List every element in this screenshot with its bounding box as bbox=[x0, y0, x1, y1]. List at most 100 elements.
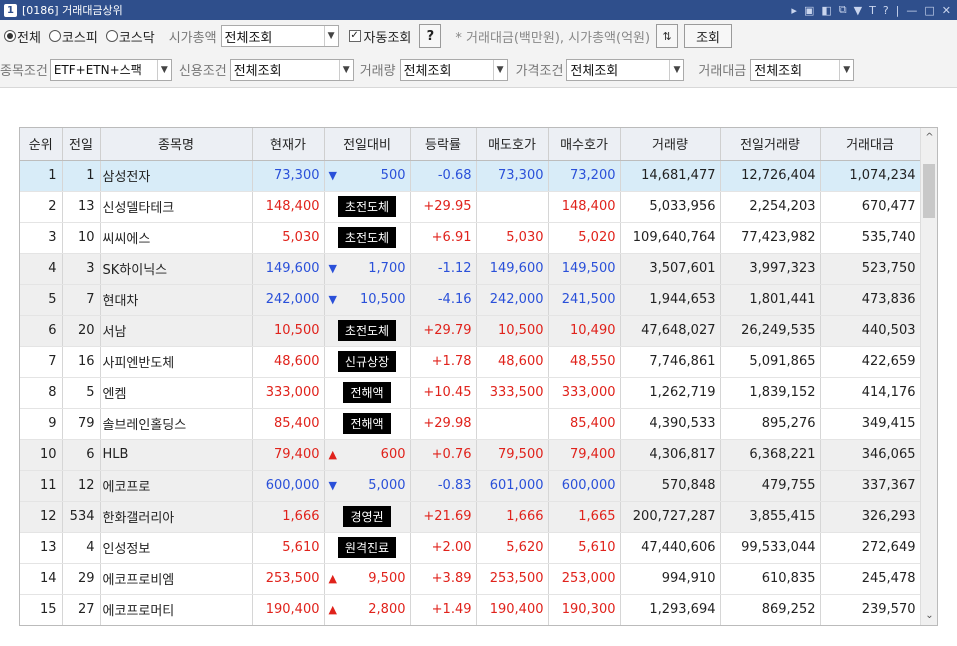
table-row[interactable]: 6 20 서남 10,500 초전도체 +29.79 10,500 10,490 47,648,… bbox=[20, 315, 921, 347]
cell-rate: +29.98 bbox=[410, 408, 477, 440]
col-header-price[interactable]: 현재가 bbox=[252, 128, 325, 161]
chevron-down-icon: ▼ bbox=[156, 59, 171, 80]
cell-prev-volume: 610,835 bbox=[720, 563, 821, 595]
col-header-prev-rank[interactable]: 전일 bbox=[62, 128, 101, 161]
cell-price: 85,400 bbox=[252, 408, 325, 440]
chevron-down-icon[interactable]: ⌄ bbox=[921, 610, 937, 621]
cell-volume: 200,727,287 bbox=[620, 501, 721, 533]
table-row[interactable]: 12 534 한화갤러리아 1,666 경영권 +21.69 1,666 1,665 200,7… bbox=[20, 501, 921, 533]
maximize-icon[interactable]: □ bbox=[924, 4, 934, 17]
cell-amount: 440,503 bbox=[820, 315, 921, 347]
table-row[interactable]: 4 3 SK하이닉스 149,600 ▼ 1,700 -1.12 149,600 149,500… bbox=[20, 253, 921, 285]
price-condition-select[interactable]: 전체조회 ▼ bbox=[566, 58, 685, 81]
col-header-amount[interactable]: 거래대금 bbox=[820, 128, 921, 161]
cell-name: 삼성전자 bbox=[100, 160, 253, 192]
col-header-volume[interactable]: 거래량 bbox=[620, 128, 721, 161]
table-row[interactable]: 13 4 인성정보 5,610 원격진료 +2.00 5,620 5,610 47,440,60… bbox=[20, 532, 921, 564]
table-row[interactable]: 1 1 삼성전자 73,300 ▼ 500 -0.68 73,300 73,200 14,681,… bbox=[20, 160, 921, 192]
screen-icon[interactable]: ▣ bbox=[804, 4, 814, 17]
market-cap-select[interactable]: 전체조회 ▼ bbox=[220, 25, 339, 47]
cell-name: 에코프로비엠 bbox=[100, 563, 253, 595]
cell-rate: -4.16 bbox=[410, 284, 477, 316]
cell-price: 48,600 bbox=[252, 346, 325, 378]
minimize-icon[interactable]: — bbox=[906, 4, 917, 17]
close-icon[interactable]: ✕ bbox=[942, 4, 951, 17]
radio-label: 코스닥 bbox=[118, 30, 155, 46]
cell-rank: 15 bbox=[20, 594, 63, 625]
credit-condition-label: 신용조건 bbox=[178, 64, 227, 79]
cell-rank: 8 bbox=[20, 377, 63, 409]
chevron-down-icon: ▼ bbox=[492, 59, 507, 80]
expand-icon[interactable]: ▸ bbox=[791, 4, 797, 17]
unit-note: * 거래대금(백만원), 시가총액(억원) bbox=[455, 30, 651, 46]
cell-ask: 48,600 bbox=[476, 346, 549, 378]
select-value: 전체조회 bbox=[754, 64, 803, 79]
col-header-name[interactable]: 종목명 bbox=[100, 128, 253, 161]
cell-rate: +3.89 bbox=[410, 563, 477, 595]
col-header-ask[interactable]: 매도호가 bbox=[476, 128, 549, 161]
radio-kospi[interactable]: 코스피 bbox=[48, 27, 98, 46]
cell-bid: 148,400 bbox=[548, 191, 621, 223]
cell-prev-volume: 869,252 bbox=[720, 594, 821, 625]
window-badge: 1 bbox=[4, 3, 17, 17]
cell-prev-volume: 6,368,221 bbox=[720, 439, 821, 471]
col-header-rank[interactable]: 순위 bbox=[20, 128, 63, 161]
radio-label: 코스피 bbox=[61, 30, 98, 46]
radio-all[interactable]: 전체 bbox=[4, 27, 41, 46]
col-header-prev-volume[interactable]: 전일거래량 bbox=[720, 128, 821, 161]
cell-ask bbox=[476, 408, 549, 440]
table-row[interactable]: 8 5 엔켐 333,000 전해액 +10.45 333,500 333,000 1,262,… bbox=[20, 377, 921, 409]
sort-button[interactable]: ⇅ bbox=[656, 24, 679, 48]
diff-value: 9,500 bbox=[368, 571, 406, 586]
vertical-scrollbar[interactable]: ^ ⌄ bbox=[920, 128, 937, 625]
credit-condition-select[interactable]: 전체조회 ▼ bbox=[229, 58, 354, 81]
table-row[interactable]: 14 29 에코프로비엠 253,500 ▲ 9,500 +3.89 253,500 253,0… bbox=[20, 563, 921, 595]
cell-rate: +21.69 bbox=[410, 501, 477, 533]
filter-row-2: 종목조건 ETF+ETN+스팩 ▼ 신용조건 전체조회 ▼ 거래량 전체조회 ▼… bbox=[0, 52, 957, 88]
auto-query-checkbox[interactable]: ✓ 자동조회 bbox=[348, 27, 411, 46]
cell-prev-rank: 29 bbox=[62, 563, 101, 595]
cell-prev-volume: 1,801,441 bbox=[720, 284, 821, 316]
help-button[interactable]: ? bbox=[419, 24, 442, 48]
col-header-bid[interactable]: 매수호가 bbox=[548, 128, 621, 161]
table-row[interactable]: 2 13 신성델타테크 148,400 초전도체 +29.95 148,400 5,033,9… bbox=[20, 191, 921, 223]
split-icon[interactable]: ◧ bbox=[821, 4, 831, 17]
cell-amount: 670,477 bbox=[820, 191, 921, 223]
pin-icon[interactable]: ▼ bbox=[854, 4, 862, 17]
amount-select[interactable]: 전체조회 ▼ bbox=[750, 58, 855, 81]
cell-rate: +1.78 bbox=[410, 346, 477, 378]
scrollbar-thumb[interactable] bbox=[923, 164, 935, 218]
diff-wrapper: ▼ 1,700 bbox=[329, 261, 406, 276]
volume-select[interactable]: 전체조회 ▼ bbox=[399, 58, 508, 81]
table-row[interactable]: 15 27 에코프로머티 190,400 ▲ 2,800 +1.49 190,400 190,3… bbox=[20, 594, 921, 625]
cell-name: 솔브레인홀딩스 bbox=[100, 408, 253, 440]
table-row[interactable]: 9 79 솔브레인홀딩스 85,400 전해액 +29.98 85,400 4,390,533… bbox=[20, 408, 921, 440]
cell-prev-volume: 12,726,404 bbox=[720, 160, 821, 192]
cell-bid: 600,000 bbox=[548, 470, 621, 502]
chevron-up-icon[interactable]: ^ bbox=[921, 132, 937, 143]
col-header-rate[interactable]: 등락률 bbox=[410, 128, 477, 161]
cell-rate: -0.68 bbox=[410, 160, 477, 192]
sort-arrows-icon: ⇅ bbox=[662, 29, 672, 43]
table-row[interactable]: 7 16 사피엔반도체 48,600 신규상장 +1.78 48,600 48,550 7,74… bbox=[20, 346, 921, 378]
cell-price: 190,400 bbox=[252, 594, 325, 625]
cell-prev-volume: 77,423,982 bbox=[720, 222, 821, 254]
item-condition-select[interactable]: ETF+ETN+스팩 ▼ bbox=[49, 58, 172, 81]
table-row[interactable]: 10 6 HLB 79,400 ▲ 600 +0.76 79,500 79,400 4,306,8… bbox=[20, 439, 921, 471]
cell-name: SK하이닉스 bbox=[100, 253, 253, 285]
font-icon[interactable]: T bbox=[869, 4, 876, 17]
select-value: 전체조회 bbox=[570, 64, 619, 79]
cell-rank: 9 bbox=[20, 408, 63, 440]
theme-tag: 초전도체 bbox=[337, 320, 397, 341]
query-button[interactable]: 조회 bbox=[684, 24, 733, 48]
col-header-diff[interactable]: 전일대비 bbox=[324, 128, 411, 161]
ranking-table[interactable]: 순위 전일 종목명 현재가 전일대비 등락률 매도호가 매수호가 거래량 전일거… bbox=[19, 127, 938, 626]
help-icon[interactable]: ? bbox=[883, 4, 889, 17]
cell-amount: 1,074,234 bbox=[820, 160, 921, 192]
cell-ask: 5,030 bbox=[476, 222, 549, 254]
table-row[interactable]: 3 10 씨씨에스 5,030 초전도체 +6.91 5,030 5,020 109,640,7… bbox=[20, 222, 921, 254]
table-row[interactable]: 5 7 현대차 242,000 ▼ 10,500 -4.16 242,000 241,500 1,… bbox=[20, 284, 921, 316]
copy-window-icon[interactable]: ⧉ bbox=[839, 3, 847, 17]
table-row[interactable]: 11 12 에코프로 600,000 ▼ 5,000 -0.83 601,000 600,000… bbox=[20, 470, 921, 502]
radio-kosdaq[interactable]: 코스닥 bbox=[105, 27, 155, 46]
